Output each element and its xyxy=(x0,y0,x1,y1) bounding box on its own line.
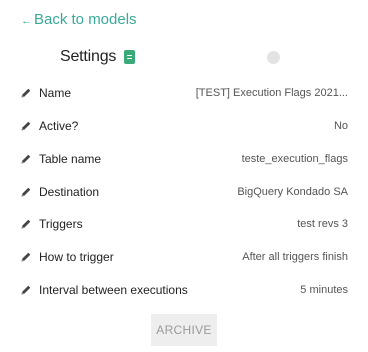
pencil-icon[interactable] xyxy=(20,284,32,296)
back-to-models-link[interactable]: ← Back to models xyxy=(21,11,137,28)
setting-value: 5 minutes xyxy=(300,283,348,296)
setting-value: test revs 3 xyxy=(297,217,348,230)
pencil-icon[interactable] xyxy=(20,153,32,165)
setting-row-triggers: Triggers test revs 3 xyxy=(0,207,368,240)
model-settings-page: ← Back to models Settings Name [TEST] Ex… xyxy=(0,0,368,352)
setting-value: BigQuery Kondado SA xyxy=(237,185,348,198)
setting-row-active: Active? No xyxy=(0,109,368,142)
back-link-label: Back to models xyxy=(34,11,137,28)
pencil-icon[interactable] xyxy=(20,186,32,198)
setting-row-destination: Destination BigQuery Kondado SA xyxy=(0,175,368,208)
setting-label: Active? xyxy=(39,118,79,133)
setting-label: Triggers xyxy=(39,216,83,231)
document-icon[interactable] xyxy=(124,50,136,64)
setting-row-how-to-trigger: How to trigger After all triggers finish xyxy=(0,240,368,273)
settings-header: Settings xyxy=(60,48,136,66)
setting-value: [TEST] Execution Flags 2021... xyxy=(195,86,348,99)
status-toggle[interactable] xyxy=(267,51,280,64)
setting-value: No xyxy=(333,119,348,132)
setting-value: After all triggers finish xyxy=(242,250,348,263)
setting-label: Interval between executions xyxy=(39,282,188,297)
setting-row-name: Name [TEST] Execution Flags 2021... xyxy=(0,76,368,109)
pencil-icon[interactable] xyxy=(20,87,32,99)
setting-row-table-name: Table name teste_execution_flags xyxy=(0,142,368,175)
page-title: Settings xyxy=(60,48,117,65)
pencil-icon[interactable] xyxy=(20,120,32,132)
back-arrow-icon: ← xyxy=(21,14,32,27)
setting-value: teste_execution_flags xyxy=(241,152,348,165)
setting-label: Destination xyxy=(39,184,100,199)
pencil-icon[interactable] xyxy=(20,218,32,230)
pencil-icon[interactable] xyxy=(20,251,32,263)
setting-label: Name xyxy=(39,85,72,100)
setting-label: How to trigger xyxy=(39,249,114,264)
setting-label: Table name xyxy=(39,151,102,166)
setting-row-interval: Interval between executions 5 minutes xyxy=(0,273,368,306)
archive-button[interactable]: ARCHIVE xyxy=(151,314,217,346)
